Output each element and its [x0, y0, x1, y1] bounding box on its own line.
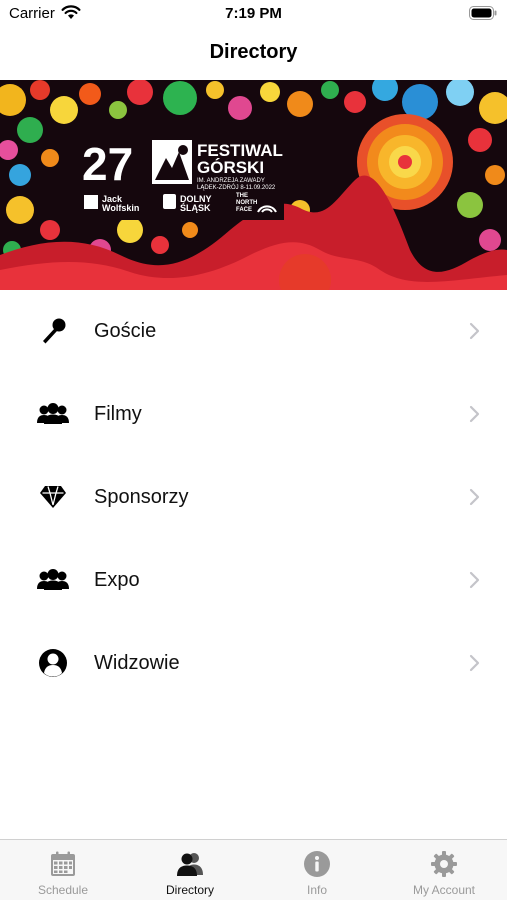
sponsor-tnf-line3: FACE	[236, 207, 252, 213]
diamond-icon	[36, 482, 70, 512]
contacts-icon	[175, 849, 205, 879]
navigation-bar: Directory	[0, 30, 507, 78]
menu-item-sponsorzy[interactable]: Sponsorzy	[0, 456, 507, 539]
menu-item-label: Expo	[94, 569, 140, 591]
festival-subtitle-line1: IM. ANDRZEJA ZAWADY	[197, 178, 265, 184]
people-group-icon	[36, 565, 70, 595]
sponsor-tnf-line1: THE	[236, 193, 248, 199]
festival-logo: 27 FESTIWAL GÓRSKI IM. ANDRZEJA ZAWADY L…	[78, 132, 284, 220]
tab-directory[interactable]: Directory	[127, 840, 253, 900]
sponsor-dolny-line2: ŚLĄSK	[180, 202, 211, 213]
menu-item-label: Widzowie	[94, 652, 180, 674]
festival-number: 27	[82, 138, 133, 190]
menu-item-filmy[interactable]: Filmy	[0, 373, 507, 456]
tab-label: My Account	[412, 883, 476, 897]
menu-item-label: Goście	[94, 320, 157, 342]
page-title: Directory	[209, 41, 298, 63]
gear-icon	[429, 849, 459, 879]
menu-item-widzowie[interactable]: Widzowie	[0, 622, 507, 705]
sponsor-tnf-line2: NORTH	[236, 200, 257, 206]
chevron-right-icon	[469, 654, 480, 672]
paw-icon	[84, 195, 98, 209]
menu-item-expo[interactable]: Expo	[0, 539, 507, 622]
microphone-icon	[36, 316, 70, 346]
user-circle-icon	[36, 648, 70, 678]
chevron-right-icon	[469, 571, 480, 589]
tab-my-account[interactable]: My Account	[381, 840, 507, 900]
menu-item-label: Filmy	[94, 403, 142, 425]
status-bar: Carrier 7:19 PM	[0, 0, 507, 30]
tab-label: Info	[306, 883, 327, 897]
tab-bar: Schedule Directory Info My Account	[0, 839, 507, 900]
festival-subtitle-line2: LĄDEK-ZDRÓJ 8-11.09.2022	[197, 184, 276, 191]
festival-banner: 27 FESTIWAL GÓRSKI IM. ANDRZEJA ZAWADY L…	[0, 80, 507, 290]
menu-item-label: Sponsorzy	[94, 486, 189, 508]
festival-title-line2: GÓRSKI	[197, 158, 264, 177]
info-icon	[302, 849, 332, 879]
people-group-icon	[36, 399, 70, 429]
status-time: 7:19 PM	[225, 5, 282, 22]
tab-label: Schedule	[37, 883, 89, 897]
tab-label: Directory	[165, 883, 214, 897]
chevron-right-icon	[469, 322, 480, 340]
battery-icon	[469, 6, 497, 25]
chevron-right-icon	[469, 488, 480, 506]
menu-item-goscie[interactable]: Goście	[0, 290, 507, 373]
chevron-right-icon	[469, 405, 480, 423]
tab-schedule[interactable]: Schedule	[0, 840, 126, 900]
directory-menu: Goście Filmy Sponsorzy Expo Widzowie	[0, 290, 507, 705]
tab-info[interactable]: Info	[254, 840, 380, 900]
coat-of-arms-icon	[163, 194, 176, 209]
calendar-icon	[48, 849, 78, 879]
sponsor-jack-line2: Wolfskin	[102, 203, 139, 213]
